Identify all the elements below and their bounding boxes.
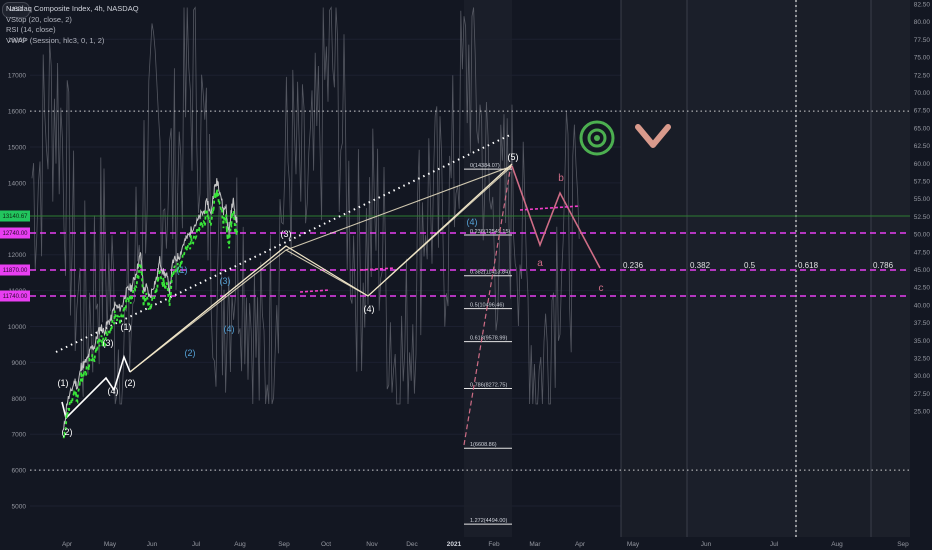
left-axis-tick: 7000 (12, 432, 27, 439)
legend-vstop[interactable]: VStop (20, close, 2) (6, 15, 139, 26)
right-axis-tick: 25.00 (914, 409, 931, 416)
right-axis-tick: 75.00 (914, 55, 931, 62)
fib-label: 0.236(12549.15) (470, 229, 511, 235)
right-axis-tick: 70.00 (914, 90, 931, 97)
wave-label: (4) (224, 324, 235, 334)
left-axis-tick: 6000 (12, 468, 27, 475)
time-fib-label: 0.5 (744, 261, 756, 270)
right-axis-tick: 67.50 (914, 108, 931, 115)
abc-label: b (558, 173, 564, 184)
right-axis-tick: 40.00 (914, 302, 931, 309)
time-axis: Apr May Jun Jul Aug Sep Oct Nov Dec 2021 Feb Mar Apr… (0, 537, 932, 550)
fib-label: 1(6608.86) (470, 442, 497, 448)
wave-label: (1) (121, 322, 132, 332)
price-tag: 12740.00 (2, 231, 28, 237)
right-axis-tick: 77.50 (914, 37, 931, 44)
time-axis-tick: May (104, 541, 117, 548)
right-axis-tick: 65.00 (914, 125, 931, 132)
fib-label: 0.618(9578.99) (470, 336, 507, 342)
time-axis-tick: Jun (701, 541, 712, 548)
fib-label: 0.786(8272.75) (470, 383, 507, 389)
right-axis-tick: 57.50 (914, 179, 931, 186)
left-axis-tick: 15000 (8, 145, 26, 152)
left-axis-tick: 5000 (12, 504, 27, 511)
time-axis-tick: Nov (366, 541, 378, 548)
left-axis-tick: 17000 (8, 73, 26, 80)
wave-label: (3) (220, 276, 231, 286)
time-axis-tick: Aug (234, 541, 246, 548)
chevron-down-icon (635, 124, 671, 148)
legend-vwap[interactable]: VWAP (Session, hlc3, 0, 1, 2) (6, 36, 139, 47)
wave-label: (4) (108, 386, 119, 396)
right-axis-tick: 47.50 (914, 249, 931, 256)
right-axis-tick: 27.50 (914, 391, 931, 398)
indicator-legend: Nasdaq Composite Index, 4h, NASDAQ VStop… (6, 4, 139, 46)
wave-label: (4) (467, 217, 478, 227)
left-axis-tick: 14000 (8, 180, 26, 187)
left-axis-tick: 10000 (8, 324, 26, 331)
time-axis-tick: Apr (62, 541, 73, 548)
wave-label: (2) (125, 378, 136, 388)
left-axis-tick: 9000 (12, 360, 27, 367)
time-axis-tick: Mar (529, 541, 541, 548)
price-tag: 13140.67 (2, 214, 28, 220)
fib-label: 0(14384.07) (470, 163, 500, 169)
right-axis-tick: 42.50 (914, 285, 931, 292)
right-axis-tick: 30.00 (914, 373, 931, 380)
wave-label: (2) (62, 427, 73, 437)
time-axis-tick: Jul (192, 541, 201, 548)
right-axis-tick: 35.00 (914, 338, 931, 345)
wave-label: (2) (185, 348, 196, 358)
eye-icon (579, 120, 615, 156)
right-rsi-axis: 82.50 80.00 77.50 75.00 72.50 70.00 67.50 65.00… (910, 0, 932, 550)
wave-label: (3) (103, 338, 114, 348)
fib-label: 0.382(11413.84) (470, 270, 510, 276)
time-axis-tick: May (627, 541, 640, 548)
left-axis-tick: 12000 (8, 252, 26, 259)
legend-rsi[interactable]: RSI (14, close) (6, 25, 139, 36)
time-axis-tick: Dec (406, 541, 418, 548)
price-tag: 11870.00 (3, 268, 28, 274)
time-fib-label: 0.618 (798, 261, 819, 270)
right-axis-tick: 72.50 (914, 72, 931, 79)
right-axis-tick: 50.00 (914, 232, 931, 239)
time-axis-tick: Apr (575, 541, 586, 548)
right-axis-tick: 55.00 (914, 196, 931, 203)
wave-label: (1) (177, 265, 188, 275)
left-axis-tick: 16000 (8, 109, 26, 116)
time-axis-tick: Feb (488, 541, 500, 548)
price-tag: 11740.00 (3, 294, 28, 300)
time-axis-tick: Sep (278, 541, 290, 548)
legend-title[interactable]: Nasdaq Composite Index, 4h, NASDAQ (6, 4, 139, 15)
right-axis-tick: 37.50 (914, 320, 931, 327)
time-fib-label: 0.236 (623, 261, 644, 270)
right-axis-tick: 82.50 (914, 2, 931, 9)
time-axis-tick: Jun (147, 541, 158, 548)
wave-label: (3) (281, 229, 292, 239)
left-axis-tick: 8000 (12, 396, 27, 403)
right-axis-tick: 60.00 (914, 161, 931, 168)
right-axis-tick: 80.00 (914, 19, 931, 26)
right-axis-tick: 52.50 (914, 214, 931, 221)
time-axis-tick: 2021 (447, 541, 462, 548)
time-axis-tick: Jul (770, 541, 779, 548)
wave-label: (1) (58, 378, 69, 388)
wave-label: (5) (508, 152, 519, 162)
time-axis-tick: Sep (897, 541, 909, 548)
time-axis-bg (0, 537, 932, 550)
time-fib-label: 0.382 (690, 261, 711, 270)
right-axis-tick: 62.50 (914, 143, 931, 150)
right-axis-tick: 45.00 (914, 267, 931, 274)
price-chart[interactable]: 0.236 0.382 0.5 0.618 0.786 0(14384.07) 0.236… (0, 0, 932, 550)
time-axis-tick: Oct (321, 541, 331, 548)
wave-label: (4) (364, 304, 375, 314)
abc-label: a (537, 258, 543, 269)
fib-label: 1.272(4494.00) (470, 518, 507, 524)
time-axis-tick: Aug (831, 541, 843, 548)
right-axis-tick: 32.50 (914, 356, 931, 363)
right-axis-bg (910, 0, 932, 550)
time-fib-label: 0.786 (873, 261, 894, 270)
abc-label: c (599, 283, 604, 294)
